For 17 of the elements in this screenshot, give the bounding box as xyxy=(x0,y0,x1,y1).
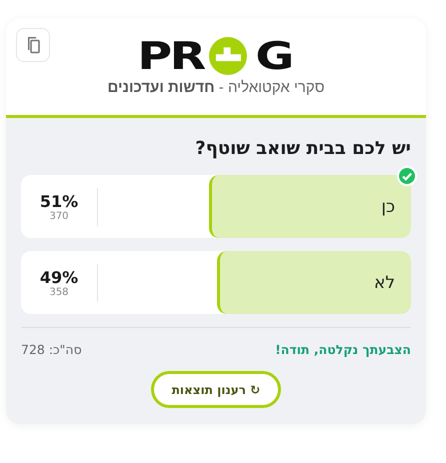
option-percent: 51% xyxy=(40,192,78,210)
option-label: לא xyxy=(372,272,395,292)
logo-text: G xyxy=(255,39,292,73)
total-votes: סה"כ: 728 xyxy=(21,342,82,357)
poll-question: יש לכם בבית שואב שוטף? xyxy=(194,138,411,159)
copy-button[interactable] xyxy=(16,28,50,62)
logo-icon xyxy=(208,37,247,75)
option-label: כן xyxy=(380,196,395,216)
option-percent: 49% xyxy=(40,268,78,286)
logo-text: PR xyxy=(137,39,204,73)
copy-icon xyxy=(25,36,41,54)
refresh-button[interactable]: ↻ רענון תוצאות xyxy=(151,371,281,408)
check-icon xyxy=(397,166,417,186)
option-votes: 370 xyxy=(49,210,69,222)
logo-tagline: סקרי אקטואליה - חדשות ועדכונים xyxy=(107,79,325,96)
option-votes: 358 xyxy=(49,286,69,298)
vote-confirmation: הצבעתך נקלטה, תודה! xyxy=(275,342,411,357)
